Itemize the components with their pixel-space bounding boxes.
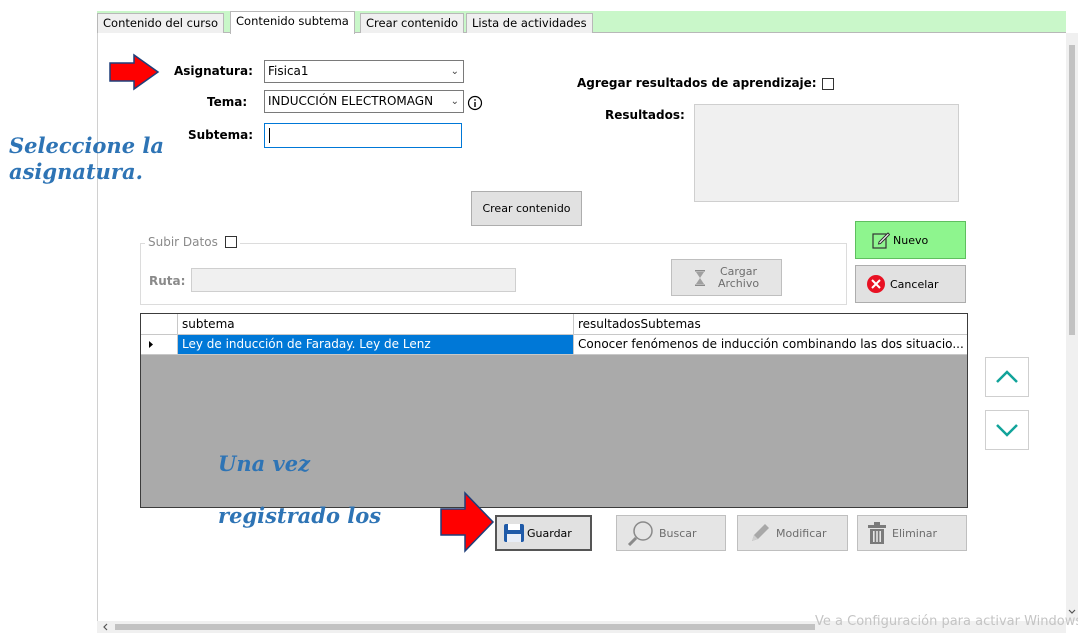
crear-contenido-label: Crear contenido xyxy=(482,202,571,215)
eliminar-label: Eliminar xyxy=(892,526,938,540)
row-selector[interactable] xyxy=(141,335,178,355)
subtemas-grid[interactable]: subtema resultadosSubtemas Ley de inducc… xyxy=(140,313,968,508)
buscar-button[interactable]: Buscar xyxy=(616,515,726,551)
tab-contenido-curso[interactable]: Contenido del curso xyxy=(97,13,225,33)
cargar-label-line1: Cargar xyxy=(720,264,757,278)
cancelar-button[interactable]: Cancelar xyxy=(855,265,966,303)
cargar-archivo-button[interactable]: Cargar Archivo xyxy=(671,259,782,296)
resultados-textarea[interactable] xyxy=(694,104,959,202)
grid-column-header[interactable]: subtema xyxy=(178,314,574,335)
subir-datos-checkbox[interactable] xyxy=(224,236,237,248)
subir-datos-header: Subir Datos xyxy=(145,235,240,249)
arrow-right-icon xyxy=(109,53,160,91)
eliminar-button[interactable]: Eliminar xyxy=(857,515,967,551)
move-up-button[interactable] xyxy=(985,357,1029,397)
ruta-label: Ruta: xyxy=(149,274,186,288)
cancelar-label: Cancelar xyxy=(890,277,939,291)
modificar-button[interactable]: Modificar xyxy=(737,515,848,551)
tema-label: Tema: xyxy=(207,95,248,109)
cargar-label-line2: Archivo xyxy=(717,276,760,290)
row-pointer-icon xyxy=(149,341,153,348)
modificar-label: Modificar xyxy=(776,526,827,540)
tab-lista-actividades[interactable]: Lista de actividades xyxy=(466,13,593,33)
info-icon[interactable] xyxy=(467,95,483,111)
annotation-select-line2: asignatura. xyxy=(9,159,143,184)
cancel-icon xyxy=(867,275,885,293)
arrow-right-icon xyxy=(440,491,495,553)
chevron-down-icon: ⌄ xyxy=(450,66,459,77)
hourglass-icon xyxy=(694,269,705,286)
nuevo-button[interactable]: Nuevo xyxy=(855,221,966,259)
chevron-down-icon: ⌄ xyxy=(448,91,459,112)
horizontal-scroll-thumb[interactable] xyxy=(115,624,815,630)
grid-column-header[interactable]: resultadosSubtemas xyxy=(574,314,967,335)
agregar-resultados-label: Agregar resultados de aprendizaje: xyxy=(577,76,817,90)
scroll-left-icon[interactable] xyxy=(101,622,111,632)
tema-value: INDUCCIÓN ELECTROMAGN xyxy=(268,94,434,108)
activation-watermark: Ve a Configuración para activar Windows xyxy=(815,614,1078,629)
text-caret xyxy=(269,128,270,143)
grid-corner-header xyxy=(141,314,178,335)
tab-contenido-subtema[interactable]: Contenido subtema xyxy=(230,11,355,34)
search-icon xyxy=(627,521,653,546)
cargar-archivo-label: Cargar Archivo xyxy=(717,264,760,290)
guardar-button[interactable]: Guardar xyxy=(495,515,592,551)
table-cell[interactable]: Conocer fenómenos de inducción combinand… xyxy=(574,335,967,355)
crear-contenido-button[interactable]: Crear contenido xyxy=(471,191,582,226)
edit-icon xyxy=(872,232,890,249)
pencil-icon xyxy=(752,524,769,541)
tema-select[interactable]: INDUCCIÓN ELECTROMAGN ⌄ xyxy=(264,90,464,113)
trash-icon xyxy=(868,522,886,544)
subtema-input[interactable] xyxy=(264,123,462,148)
table-cell[interactable]: Ley de inducción de Faraday. Ley de Lenz xyxy=(178,335,574,355)
tab-bar: Contenido del curso Contenido subtema Cr… xyxy=(97,11,1066,34)
annotation-registered-line2: registrado los xyxy=(218,503,382,528)
nuevo-label: Nuevo xyxy=(893,233,929,247)
chevron-up-icon xyxy=(996,370,1018,383)
asignatura-select[interactable]: Fisica1 ⌄ xyxy=(264,60,464,83)
chevron-down-icon xyxy=(996,424,1018,437)
vertical-scrollbar[interactable] xyxy=(1066,33,1078,621)
move-down-button[interactable] xyxy=(985,410,1029,450)
subir-datos-label: Subir Datos xyxy=(148,235,218,249)
asignatura-label: Asignatura: xyxy=(174,64,253,78)
ruta-input[interactable] xyxy=(191,268,516,292)
tab-crear-contenido[interactable]: Crear contenido xyxy=(360,13,465,33)
asignatura-value: Fisica1 xyxy=(268,64,309,78)
guardar-label: Guardar xyxy=(527,526,572,540)
annotation-registered-line1: Una vez xyxy=(218,451,310,476)
resultados-label: Resultados: xyxy=(605,108,685,122)
save-icon xyxy=(504,524,524,542)
annotation-select-line1: Seleccione la xyxy=(9,133,164,158)
subtema-label: Subtema: xyxy=(188,128,254,142)
buscar-label: Buscar xyxy=(659,526,697,540)
vertical-scroll-thumb[interactable] xyxy=(1069,45,1075,335)
agregar-resultados-checkbox[interactable] xyxy=(822,78,834,90)
